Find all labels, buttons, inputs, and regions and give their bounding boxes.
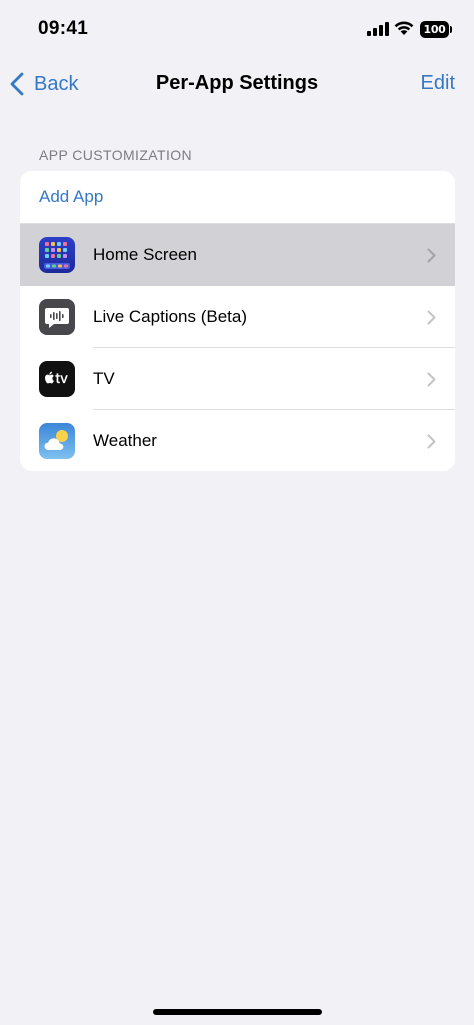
app-row-tv[interactable]: TV (20, 348, 455, 410)
battery-level: 100 (423, 23, 446, 36)
chevron-right-icon (427, 310, 436, 324)
app-label: Live Captions (Beta) (93, 307, 248, 326)
app-row-weather[interactable]: Weather (20, 410, 455, 471)
app-label: TV (93, 369, 115, 388)
chevron-right-icon (427, 248, 436, 262)
app-row-live-captions[interactable]: Live Captions (Beta) (20, 286, 455, 348)
status-time: 09:41 (38, 18, 89, 39)
apple-tv-icon (39, 361, 75, 397)
home-screen-icon (39, 237, 75, 273)
app-label: Weather (93, 431, 157, 450)
weather-icon (39, 423, 75, 459)
edit-button[interactable]: Edit (421, 72, 455, 95)
chevron-right-icon (427, 434, 436, 448)
navigation-bar: Back Per-App Settings Edit (0, 60, 474, 108)
home-indicator[interactable] (153, 1009, 322, 1015)
status-bar: 09:41 100 (0, 0, 474, 60)
app-row-home-screen[interactable]: Home Screen (20, 224, 455, 286)
app-label: Home Screen (93, 245, 197, 264)
add-app-button[interactable]: Add App (20, 171, 455, 224)
live-captions-icon (39, 299, 75, 335)
section-header: APP CUSTOMIZATION (39, 147, 193, 163)
page-title: Per-App Settings (155, 72, 319, 94)
chevron-right-icon (427, 372, 436, 386)
wifi-icon (394, 21, 414, 35)
cellular-signal-icon (367, 22, 389, 36)
add-app-label: Add App (39, 187, 104, 206)
battery-icon: 100 (420, 21, 452, 38)
screen: 09:41 100 Back Per-App Settings Edit APP… (0, 0, 474, 1025)
app-customization-list: Add App Home Screen Live Captions (Beta)… (20, 171, 455, 471)
